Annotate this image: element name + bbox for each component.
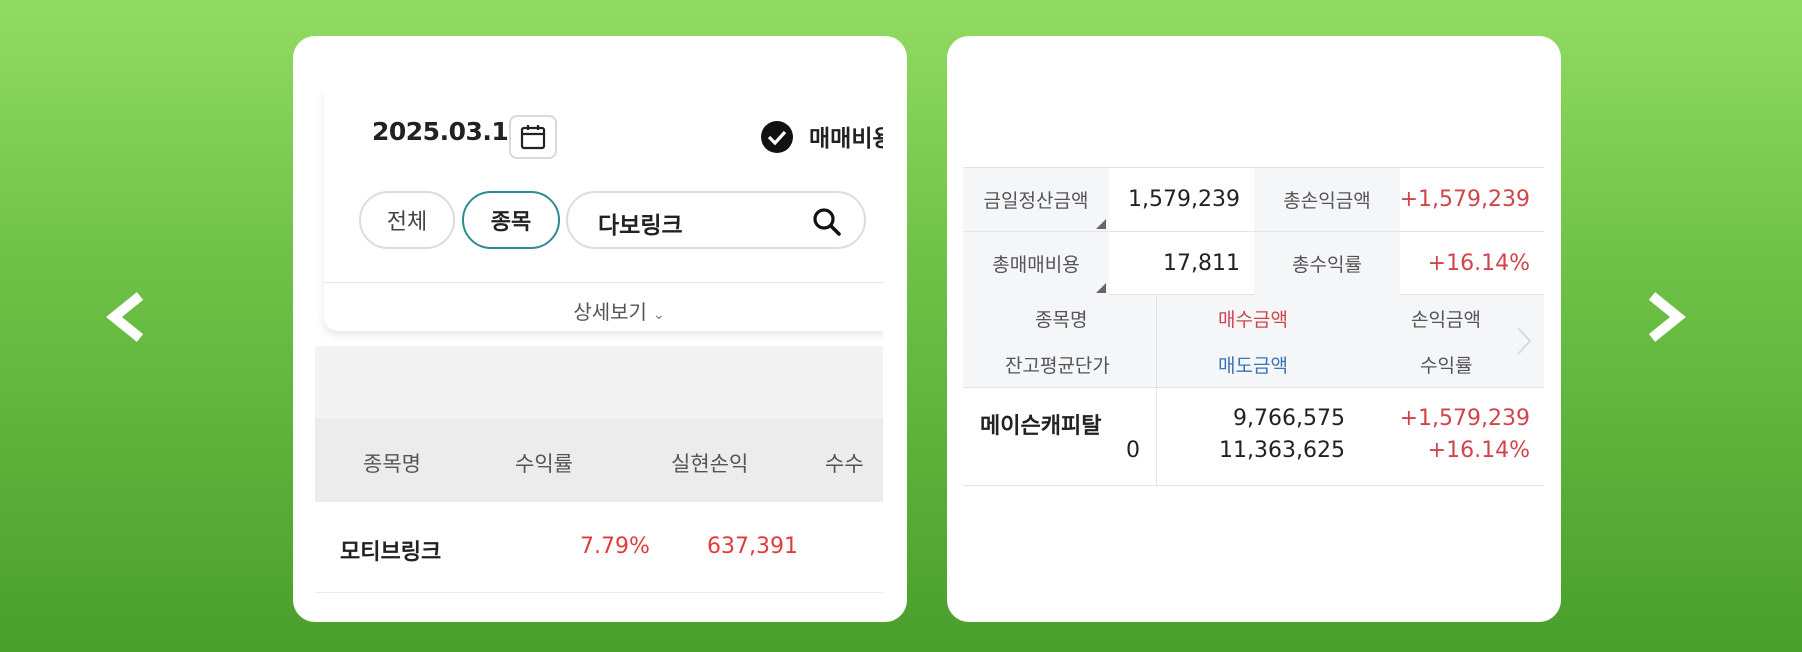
summary-value-total-return: +16.14% xyxy=(1427,251,1530,276)
summary-label-settlement[interactable]: 금일정산금액 xyxy=(963,168,1109,231)
summary-value-trade-cost: 17,811 xyxy=(1163,251,1240,276)
cell-return-rate: +16.14% xyxy=(1427,438,1530,463)
summary-label-trade-cost[interactable]: 총매매비용 xyxy=(963,232,1109,295)
cell-avg-price: 0 xyxy=(1126,438,1140,463)
detail-toggle-button[interactable]: 상세보기 ⌄ xyxy=(324,296,883,325)
divider xyxy=(1156,388,1157,486)
column-header-avg-price: 잔고평균단가 xyxy=(1005,355,1110,377)
tab-stock[interactable]: 종목 xyxy=(462,191,560,249)
summary-row: 총매매비용 17,811 총수익률 +16.14% xyxy=(963,231,1544,295)
cell-stock-name: 모티브링크 xyxy=(340,540,442,565)
column-header-name: 종목명 xyxy=(1035,309,1088,331)
chevron-left-icon xyxy=(106,292,144,342)
cell-buy-amount: 9,766,575 xyxy=(1233,406,1345,431)
divider xyxy=(324,282,883,283)
corner-marker-icon xyxy=(1096,283,1106,293)
column-header-pnl: 실현손익 xyxy=(671,452,749,476)
column-header-pnl-amount: 손익금액 xyxy=(1411,309,1481,331)
cell-sell-amount: 11,363,625 xyxy=(1219,438,1345,463)
column-header-return-rate: 수익률 xyxy=(1420,355,1473,377)
summary-label-text: 총매매비용 xyxy=(992,254,1080,276)
left-card-viewport: 2025.03.18 매매비용 전체 종목 다보링크 xyxy=(315,91,883,601)
search-icon[interactable] xyxy=(812,207,842,237)
summary-value-settlement: 1,579,239 xyxy=(1128,187,1240,212)
cell-realized-pnl: 637,391 xyxy=(707,534,798,559)
tab-all[interactable]: 전체 xyxy=(359,191,455,249)
cell-stock-name: 메이슨캐피탈 xyxy=(980,414,1102,439)
fee-checkbox-label[interactable]: 매매비용 xyxy=(809,119,883,153)
summary-table: 금일정산금액 1,579,239 총손익금액 +1,579,239 총매매비용 … xyxy=(963,167,1544,295)
chevron-right-icon[interactable] xyxy=(1515,325,1533,357)
column-header-buy-amount: 매수금액 xyxy=(1218,309,1288,331)
holdings-header: 종목명 잔고평균단가 매수금액 매도금액 손익금액 수익률 xyxy=(963,295,1544,388)
right-screenshot-card: 금일정산금액 1,579,239 총손익금액 +1,579,239 총매매비용 … xyxy=(947,36,1561,622)
calendar-icon xyxy=(520,125,546,150)
chevron-down-icon: ⌄ xyxy=(652,307,665,323)
chevron-right-icon xyxy=(1648,292,1686,342)
check-circle-icon[interactable] xyxy=(760,120,794,154)
left-screenshot-card: 2025.03.18 매매비용 전체 종목 다보링크 xyxy=(293,36,907,622)
summary-label-total-return: 총수익률 xyxy=(1254,232,1400,295)
column-header-name: 종목명 xyxy=(363,452,421,476)
table-row[interactable]: 메이슨캐피탈 0 9,766,575 11,363,625 +1,579,239… xyxy=(963,388,1544,486)
summary-label-total-pnl: 총손익금액 xyxy=(1254,168,1400,231)
detail-toggle-label: 상세보기 xyxy=(573,300,647,324)
stock-search-field[interactable]: 다보링크 xyxy=(566,191,866,249)
table-header: 종목명 수익률 실현손익 수수 xyxy=(315,418,883,502)
column-header-rate: 수익률 xyxy=(515,452,573,476)
summary-row: 금일정산금액 1,579,239 총손익금액 +1,579,239 xyxy=(963,167,1544,231)
summary-label-text: 금일정산금액 xyxy=(983,190,1089,212)
column-header-fee: 수수 xyxy=(825,452,864,476)
next-slide-button[interactable] xyxy=(1636,282,1696,352)
summary-value-total-pnl: +1,579,239 xyxy=(1399,187,1530,212)
cell-pnl-amount: +1,579,239 xyxy=(1399,406,1530,431)
cell-return-rate: 7.79% xyxy=(580,534,650,559)
column-header-sell-amount: 매도금액 xyxy=(1218,355,1288,377)
date-display[interactable]: 2025.03.18 xyxy=(372,117,526,146)
prev-slide-button[interactable] xyxy=(96,282,156,352)
calendar-button[interactable] xyxy=(509,115,557,159)
divider xyxy=(1156,295,1157,388)
corner-marker-icon xyxy=(1096,219,1106,229)
search-input-value[interactable]: 다보링크 xyxy=(598,206,683,240)
table-row[interactable]: 모티브링크 7.79% 637,391 xyxy=(315,502,883,593)
filter-panel: 2025.03.18 매매비용 전체 종목 다보링크 xyxy=(324,91,883,331)
